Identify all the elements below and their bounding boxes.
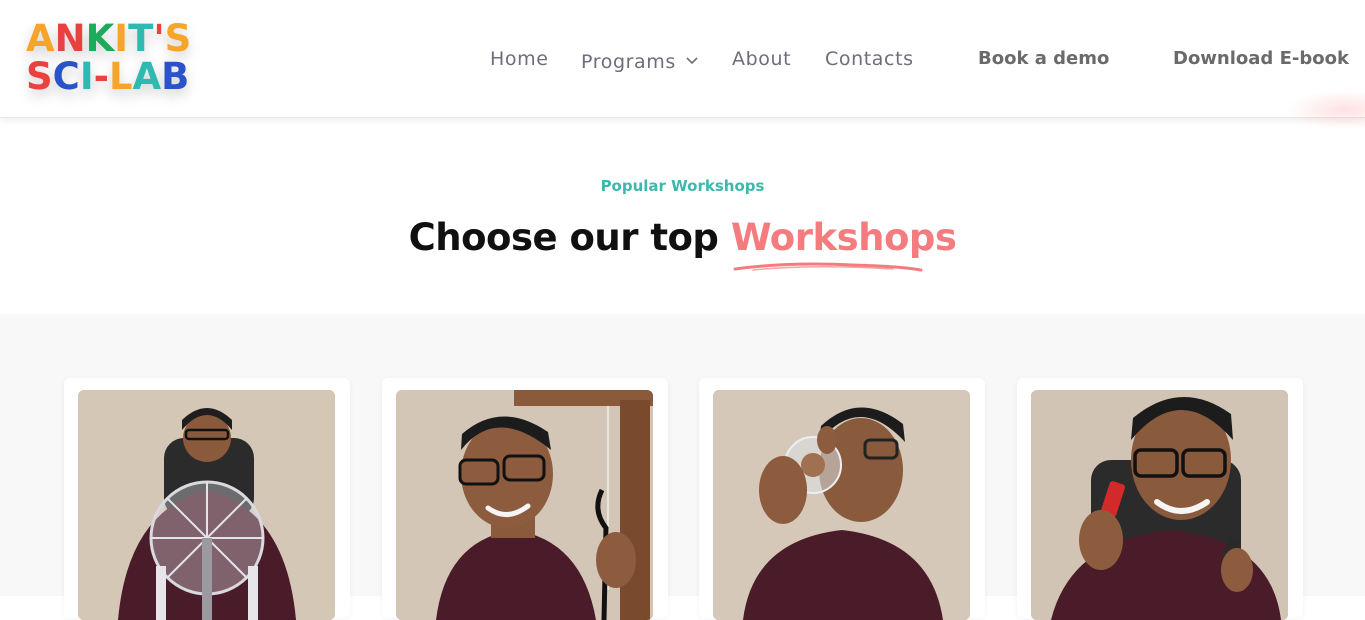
workshop-cards-section — [0, 314, 1365, 620]
section-title: Choose our top Workshops — [0, 216, 1365, 259]
workshop-card[interactable] — [382, 378, 668, 620]
workshop-card[interactable] — [64, 378, 350, 620]
main-nav: Home Programs About Contacts Book a demo… — [0, 0, 1365, 118]
workshop-card[interactable] — [1017, 378, 1303, 620]
book-demo-button[interactable]: Book a demo — [978, 48, 1109, 72]
nav-home-link[interactable]: Home — [490, 48, 549, 72]
section-eyebrow: Popular Workshops — [600, 177, 765, 195]
workshops-heading-section: Popular Workshops Choose our top Worksho… — [0, 118, 1365, 314]
section-title-accent: Workshops — [730, 216, 957, 259]
site-header: A N K I T ' S S C I - L A B Home Program… — [0, 0, 1365, 130]
workshop-card[interactable] — [699, 378, 985, 620]
nav-contacts-link[interactable]: Contacts — [825, 48, 914, 72]
title-underline-decoration — [733, 262, 923, 272]
nav-programs-label: Programs — [581, 51, 676, 73]
workshop-photo-glass-sphere[interactable] — [713, 390, 970, 620]
nav-about-link[interactable]: About — [732, 48, 791, 72]
section-title-main: Choose our top — [408, 216, 731, 259]
workshop-photo-wheel[interactable] — [78, 390, 335, 620]
workshop-photo-red-object[interactable] — [1031, 390, 1288, 620]
nav-programs-link[interactable]: Programs — [581, 48, 698, 73]
chevron-down-icon — [686, 48, 698, 70]
workshop-photo-harp[interactable] — [396, 390, 653, 620]
download-ebook-button[interactable]: Download E-book — [1173, 48, 1349, 72]
